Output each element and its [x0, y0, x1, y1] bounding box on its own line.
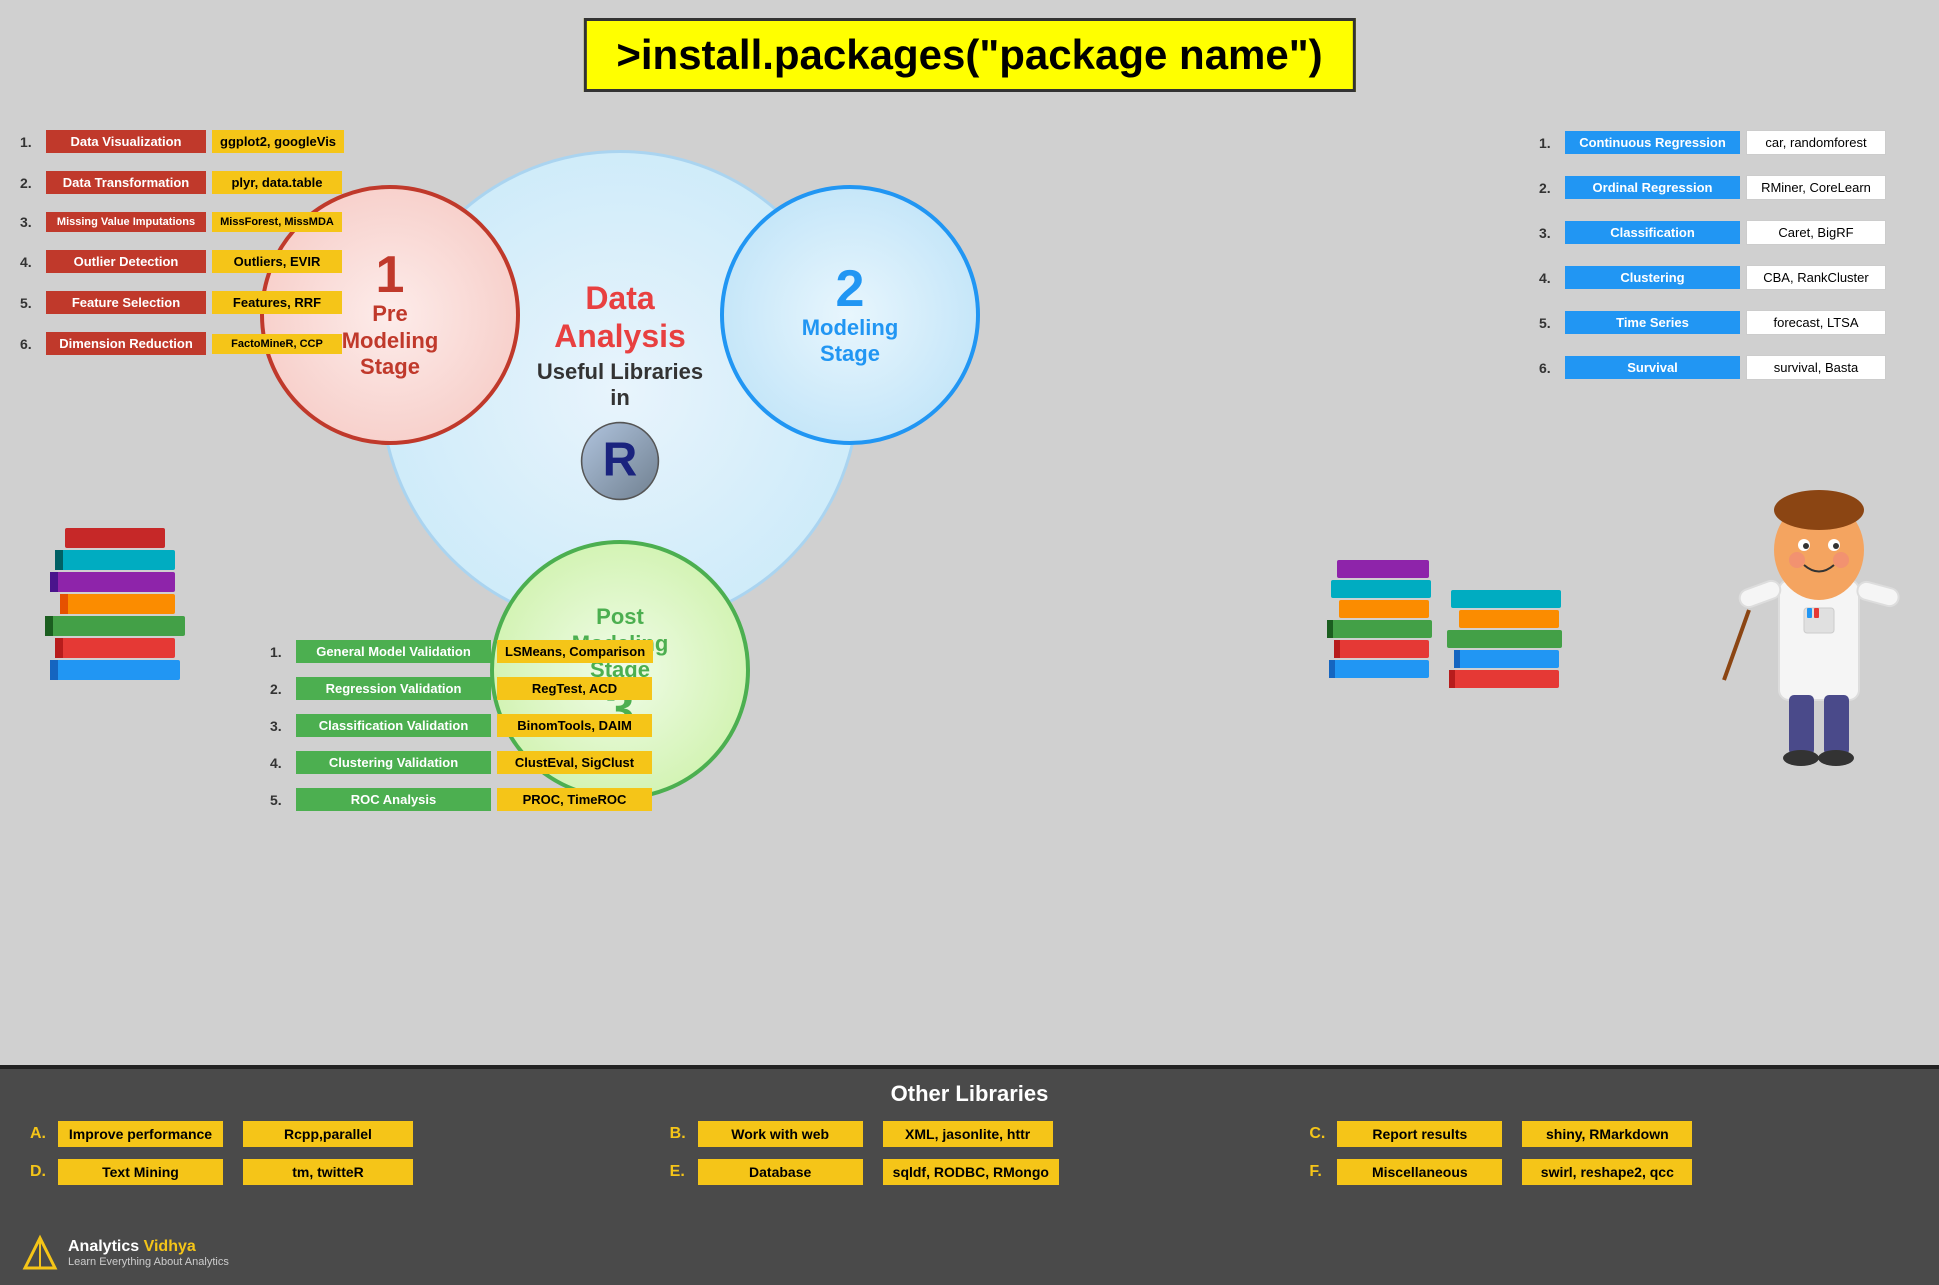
- list-item: 5. Time Series forecast, LTSA: [1539, 310, 1919, 335]
- pre-modeling-num: 1: [376, 249, 405, 301]
- list-item: B. Work with web XML, jasonlite, httr: [670, 1121, 1270, 1147]
- books-right-decoration: [1319, 490, 1519, 690]
- other-libraries-title: Other Libraries: [30, 1081, 1909, 1107]
- post-modeling-panel: 1. General Model Validation LSMeans, Com…: [270, 640, 850, 825]
- center-title-data-analysis: DataAnalysis: [554, 279, 686, 356]
- pre-modeling-label: PreModelingStage: [342, 301, 439, 380]
- analytics-sub: Learn Everything About Analytics: [68, 1256, 229, 1268]
- other-libraries-grid: A. Improve performance Rcpp,parallel B. …: [30, 1121, 1909, 1185]
- list-item: 6. Survival survival, Basta: [1539, 355, 1919, 380]
- modeling-panel: 1. Continuous Regression car, randomfore…: [1539, 130, 1919, 400]
- list-item: 4. Outlier Detection Outliers, EVIR: [20, 250, 350, 273]
- analytics-logo-icon: [20, 1233, 60, 1273]
- list-item: F. Miscellaneous swirl, reshape2, qcc: [1309, 1159, 1909, 1185]
- r-logo-icon: R: [580, 421, 660, 501]
- list-item: C. Report results shiny, RMarkdown: [1309, 1121, 1909, 1147]
- modeling-label: ModelingStage: [802, 315, 899, 368]
- list-item: 2. Ordinal Regression RMiner, CoreLearn: [1539, 175, 1919, 200]
- svg-text:R: R: [603, 434, 638, 487]
- pre-modeling-panel: 1. Data Visualization ggplot2, googleVis…: [20, 130, 350, 373]
- other-libraries-section: Other Libraries A. Improve performance R…: [0, 1065, 1939, 1285]
- list-item: 5. ROC Analysis PROC, TimeROC: [270, 788, 850, 811]
- center-subtitle: Useful Librariesin: [537, 359, 703, 411]
- analytics-logo-text: Analytics Vidhya Learn Everything About …: [68, 1238, 229, 1268]
- header-title: >install.packages("package name"): [583, 18, 1355, 92]
- character-illustration: [1719, 460, 1919, 760]
- list-item: 2. Data Transformation plyr, data.table: [20, 171, 350, 194]
- list-item: 3. Missing Value Imputations MissForest,…: [20, 212, 350, 232]
- list-item: 2. Regression Validation RegTest, ACD: [270, 677, 850, 700]
- analytics-vidhya-logo: Analytics Vidhya Learn Everything About …: [20, 1233, 229, 1273]
- list-item: 3. Classification Caret, BigRF: [1539, 220, 1919, 245]
- list-item: E. Database sqldf, RODBC, RMongo: [670, 1159, 1270, 1185]
- list-item: 5. Feature Selection Features, RRF: [20, 291, 350, 314]
- modeling-num: 2: [836, 263, 865, 315]
- list-item: D. Text Mining tm, twitteR: [30, 1159, 630, 1185]
- books-left-decoration: [30, 500, 200, 700]
- list-item: 1. General Model Validation LSMeans, Com…: [270, 640, 850, 663]
- list-item: 3. Classification Validation BinomTools,…: [270, 714, 850, 737]
- list-item: 6. Dimension Reduction FactoMineR, CCP: [20, 332, 350, 355]
- list-item: 4. Clustering CBA, RankCluster: [1539, 265, 1919, 290]
- list-item: 1. Continuous Regression car, randomfore…: [1539, 130, 1919, 155]
- list-item: A. Improve performance Rcpp,parallel: [30, 1121, 630, 1147]
- modeling-circle: 2 ModelingStage: [720, 185, 980, 445]
- list-item: 1. Data Visualization ggplot2, googleVis: [20, 130, 350, 153]
- list-item: 4. Clustering Validation ClustEval, SigC…: [270, 751, 850, 774]
